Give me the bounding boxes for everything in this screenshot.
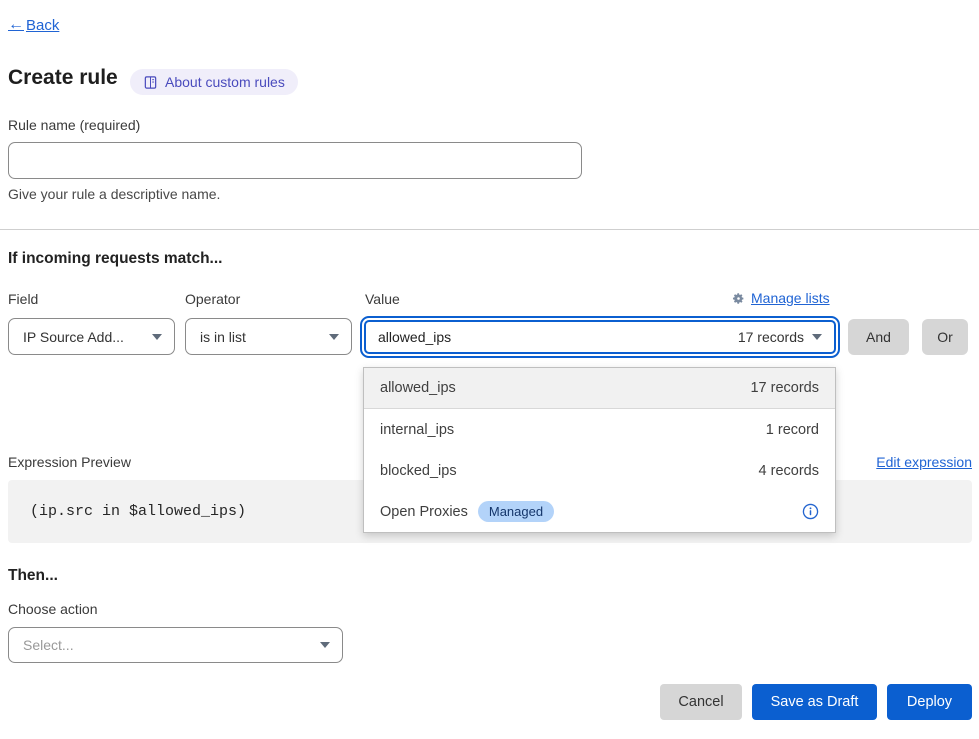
option-records: 4 records [759, 463, 819, 479]
field-select[interactable]: IP Source Add... [8, 318, 175, 355]
choose-action-label: Choose action [8, 601, 98, 617]
value-select-records: 17 records [738, 329, 804, 345]
rule-name-input[interactable] [8, 142, 582, 179]
chevron-down-icon [320, 642, 330, 648]
operator-label: Operator [185, 291, 240, 307]
dropdown-option-allowed-ips[interactable]: allowed_ips 17 records [364, 368, 835, 409]
dropdown-option-internal-ips[interactable]: internal_ips 1 record [364, 409, 835, 450]
or-button[interactable]: Or [922, 319, 968, 355]
option-records: 17 records [750, 380, 819, 396]
option-name: Open Proxies [380, 504, 468, 520]
back-link[interactable]: ←Back [8, 16, 59, 34]
edit-expression-link[interactable]: Edit expression [876, 454, 972, 470]
option-name: allowed_ips [380, 380, 456, 396]
field-select-value: IP Source Add... [23, 329, 144, 345]
page-title: Create rule [8, 66, 118, 90]
option-name: blocked_ips [380, 463, 457, 479]
field-label: Field [8, 291, 38, 307]
chevron-down-icon [329, 334, 339, 340]
info-icon[interactable] [802, 503, 819, 520]
value-select-value: allowed_ips [378, 329, 451, 345]
back-label: Back [26, 17, 59, 34]
book-icon [143, 75, 158, 90]
dropdown-option-blocked-ips[interactable]: blocked_ips 4 records [364, 450, 835, 491]
value-dropdown-panel: allowed_ips 17 records internal_ips 1 re… [363, 367, 836, 533]
rule-name-label: Rule name (required) [8, 117, 140, 133]
section-divider [0, 229, 979, 230]
operator-select[interactable]: is in list [185, 318, 352, 355]
save-as-draft-button[interactable]: Save as Draft [752, 684, 877, 720]
operator-select-value: is in list [200, 329, 321, 345]
option-records: 1 record [766, 422, 819, 438]
expression-preview-label: Expression Preview [8, 454, 131, 470]
cancel-button[interactable]: Cancel [660, 684, 742, 720]
managed-badge: Managed [478, 501, 554, 522]
about-custom-rules-label: About custom rules [165, 74, 285, 90]
rule-name-help-text: Give your rule a descriptive name. [8, 186, 220, 202]
value-select[interactable]: allowed_ips 17 records [360, 316, 840, 358]
chevron-down-icon [152, 334, 162, 340]
dropdown-option-open-proxies[interactable]: Open Proxies Managed [364, 491, 835, 532]
gear-icon [732, 292, 745, 305]
match-section-heading: If incoming requests match... [8, 250, 222, 268]
value-label: Value [365, 291, 400, 307]
about-custom-rules-link[interactable]: About custom rules [130, 69, 298, 95]
action-select[interactable]: Select... [8, 627, 343, 663]
and-button[interactable]: And [848, 319, 909, 355]
chevron-down-icon [812, 334, 822, 340]
action-select-placeholder: Select... [23, 637, 312, 653]
expression-code: (ip.src in $allowed_ips) [30, 503, 246, 520]
then-section-heading: Then... [8, 567, 58, 585]
deploy-button[interactable]: Deploy [887, 684, 972, 720]
option-name: internal_ips [380, 422, 454, 438]
manage-lists-label: Manage lists [751, 290, 830, 306]
back-arrow-icon: ← [8, 16, 24, 34]
manage-lists-link[interactable]: Manage lists [732, 290, 830, 306]
